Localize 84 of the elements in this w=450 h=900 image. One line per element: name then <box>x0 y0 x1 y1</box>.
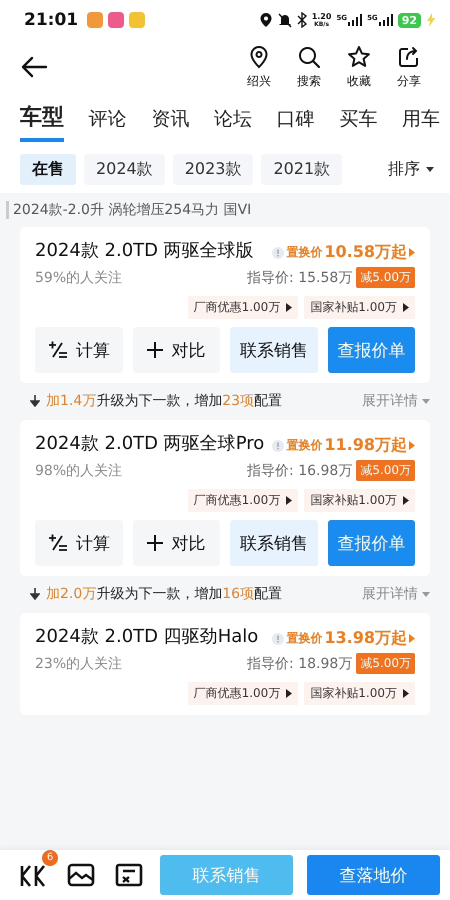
caret-icon <box>426 167 434 172</box>
attention-rate: 23%的人关注 <box>35 654 122 672</box>
nav-tab[interactable]: 评论 <box>88 98 127 142</box>
nav-tab[interactable]: 车型 <box>20 98 64 142</box>
triangle-right-icon <box>403 689 409 698</box>
signal-icon <box>378 14 393 26</box>
triangle-right-icon <box>403 496 409 505</box>
caret-icon <box>422 592 430 596</box>
triangle-right-icon <box>409 248 415 257</box>
info-icon <box>272 246 284 258</box>
count-badge: 6 <box>42 850 58 866</box>
attention-rate: 59%的人关注 <box>35 268 122 286</box>
promo-tag[interactable]: 国家补贴1.00万 <box>304 296 415 319</box>
action-button[interactable]: 联系销售 <box>230 520 318 566</box>
battery-level: 92 <box>398 12 421 28</box>
year-filter-chip[interactable]: 在售 <box>20 154 76 185</box>
trim-name: 2024款 2.0TD 两驱全球版 <box>35 239 255 262</box>
info-icon <box>272 632 284 644</box>
plus-minus-icon <box>48 533 68 553</box>
guide-price: 指导价: 16.98万 <box>247 462 352 480</box>
action-button[interactable]: 联系销售 <box>230 327 318 373</box>
attention-rate: 98%的人关注 <box>35 462 122 480</box>
action-button[interactable]: 对比 <box>132 520 220 566</box>
triangle-right-icon <box>286 496 292 505</box>
nav-tab[interactable]: 用车 <box>402 98 440 142</box>
caret-icon <box>422 398 430 404</box>
promo-tag[interactable]: 厂商优惠1.00万 <box>188 682 298 705</box>
nav-tab[interactable]: 口碑 <box>276 98 315 142</box>
nav-tab[interactable]: 买车 <box>339 98 378 142</box>
discount-badge: 减5.00万 <box>356 653 415 674</box>
search-icon <box>297 44 321 68</box>
upgrade-note: 加1.4万升级为下一款，增加23项配置 <box>46 392 282 410</box>
triangle-right-icon <box>286 689 292 698</box>
triangle-right-icon <box>286 303 292 312</box>
bluetooth-icon <box>296 12 307 28</box>
engine-group-title: 2024款-2.0升 涡轮增压254马力 国VI <box>6 201 442 219</box>
charging-icon <box>426 13 436 27</box>
promo-tag[interactable]: 厂商优惠1.00万 <box>188 489 298 512</box>
trade-in-label: 置换价 <box>286 244 322 261</box>
year-filter-chip[interactable]: 2024款 <box>84 154 165 185</box>
signal-icon <box>348 14 362 26</box>
header-action[interactable]: 搜索 <box>284 44 334 90</box>
share-icon <box>397 44 421 68</box>
action-button[interactable]: 对比 <box>132 327 220 373</box>
header-action[interactable]: 分享 <box>384 44 434 90</box>
promo-tag[interactable]: 厂商优惠1.00万 <box>188 296 298 319</box>
location-icon <box>258 12 273 28</box>
bottom-action-button[interactable]: 查落地价 <box>307 855 440 895</box>
upgrade-note: 加2.0万升级为下一款，增加16项配置 <box>46 585 282 603</box>
nav-tab[interactable]: 资讯 <box>151 98 190 142</box>
app-notification-icon <box>129 12 146 28</box>
trim-name: 2024款 2.0TD 两驱全球Pro <box>35 432 266 455</box>
year-filter-chip[interactable]: 2021款 <box>261 154 342 185</box>
clock-time: 21:01 <box>24 10 78 30</box>
triangle-right-icon <box>403 303 409 312</box>
sort-dropdown[interactable]: 排序 <box>388 159 434 180</box>
trade-in-label: 置换价 <box>286 630 322 647</box>
app-notification-icon <box>108 12 124 28</box>
promo-tag[interactable]: 国家补贴1.00万 <box>304 682 415 705</box>
action-button[interactable]: 计算 <box>35 327 122 373</box>
discount-badge: 减5.00万 <box>356 460 415 481</box>
plus-icon <box>147 342 164 358</box>
trim-name: 2024款 2.0TD 四驱劲Halo <box>35 625 260 648</box>
trade-in-label: 置换价 <box>286 437 322 454</box>
plus-icon <box>147 535 164 551</box>
discount-badge: 减5.00万 <box>356 267 415 288</box>
app-notification-icon <box>87 12 104 28</box>
triangle-right-icon <box>409 441 415 450</box>
plus-minus-icon <box>48 340 68 360</box>
down-arrow-icon <box>30 395 40 407</box>
info-icon <box>272 440 284 452</box>
guide-price: 指导价: 15.58万 <box>247 268 352 286</box>
nav-tab[interactable]: 论坛 <box>214 98 252 142</box>
down-arrow-icon <box>30 588 40 600</box>
muted-bell-icon <box>278 12 292 28</box>
guide-price: 指导价: 18.98万 <box>247 654 352 672</box>
header-action[interactable]: 收藏 <box>334 44 384 90</box>
year-filter-chip[interactable]: 2023款 <box>172 154 254 185</box>
action-button[interactable]: 计算 <box>35 520 122 566</box>
star-icon <box>347 44 371 68</box>
back-arrow-icon[interactable] <box>20 55 48 79</box>
header-action[interactable]: 绍兴 <box>234 44 284 90</box>
promo-tag[interactable]: 国家补贴1.00万 <box>304 489 415 512</box>
triangle-right-icon <box>409 634 415 643</box>
